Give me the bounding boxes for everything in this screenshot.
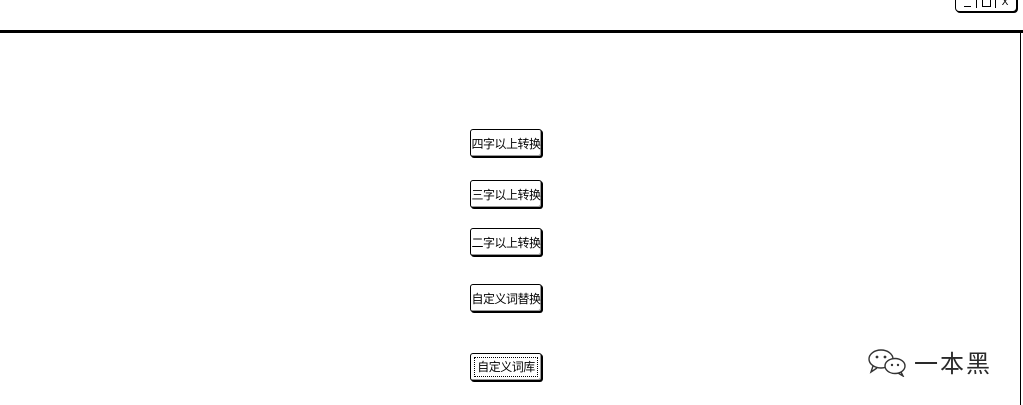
title-bar: X — [0, 0, 1023, 31]
watermark-text: 一本黑 — [914, 350, 992, 378]
convert-four-plus-button[interactable]: 四字以上转换 — [470, 129, 542, 157]
title-bar-border — [0, 30, 1023, 33]
custom-word-replace-button[interactable]: 自定义词替换 — [470, 284, 542, 312]
minimize-icon — [963, 5, 971, 7]
window-controls-divider — [995, 0, 996, 8]
custom-dictionary-button[interactable]: 自定义词库 — [470, 353, 542, 381]
watermark: 一本黑 — [866, 344, 992, 379]
close-icon: X — [1001, 0, 1009, 8]
wechat-icon — [868, 348, 906, 377]
maximize-button[interactable] — [979, 0, 993, 9]
window-controls: X — [955, 0, 1017, 12]
custom-dictionary-label: 自定义词库 — [474, 357, 538, 377]
window-controls-divider — [976, 0, 977, 8]
convert-two-plus-button[interactable]: 二字以上转换 — [470, 228, 542, 256]
close-button[interactable]: X — [998, 0, 1012, 9]
convert-three-plus-button[interactable]: 三字以上转换 — [470, 180, 542, 208]
window-right-border — [1020, 33, 1021, 405]
maximize-icon — [981, 0, 991, 7]
minimize-button[interactable] — [960, 0, 974, 9]
